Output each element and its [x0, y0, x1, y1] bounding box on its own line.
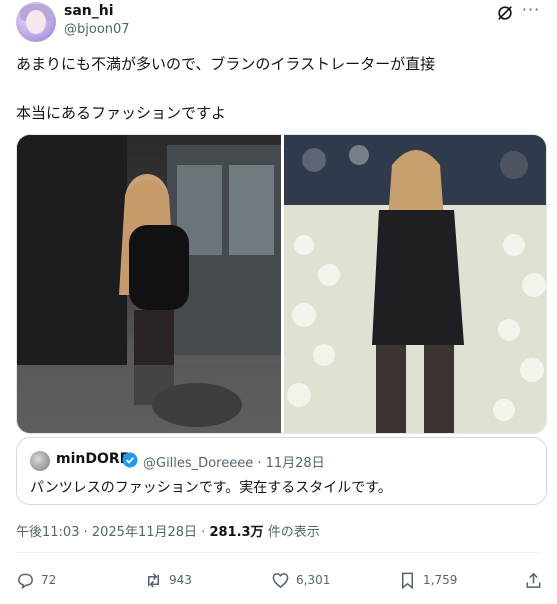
quoted-author-avatar [30, 451, 50, 471]
quoted-author-handle-date: @Gilles_Doreeee · 11月28日 [143, 456, 325, 471]
bookmark-count: 1,759 [423, 573, 458, 587]
reply-count: 72 [41, 573, 57, 587]
tweet-text-line2: 本当にあるファッションですよ [16, 104, 227, 122]
quoted-tweet-text: パンツレスのファッションです。実在するスタイルです。 [30, 480, 392, 496]
view-count-label: 件の表示 [263, 525, 320, 540]
author-handle[interactable]: @bjoon07 [64, 22, 130, 37]
action-bar: 72 943 6,301 1,759 [16, 566, 546, 594]
repost-icon [147, 572, 160, 588]
author-display-name[interactable]: san_hi [64, 3, 114, 19]
tweet-meta: 午後11:03 · 2025年11月28日 · 281.3万 件の表示 [16, 521, 320, 540]
street-style-photo[interactable] [17, 135, 281, 433]
like-count: 6,301 [296, 573, 331, 587]
bookmark-button[interactable]: 1,759 [398, 566, 457, 594]
reply-button[interactable]: 72 [16, 566, 56, 594]
repost-count: 943 [169, 573, 192, 587]
more-options-icon[interactable]: ··· [521, 2, 541, 22]
repost-button[interactable]: 943 [144, 566, 192, 594]
tweet-header: san_hi @bjoon07 ··· [16, 0, 541, 52]
bookmark-icon [401, 572, 414, 589]
heart-icon [272, 572, 289, 588]
quoted-tweet[interactable]: minDORE @Gilles_Doreeee · 11月28日 パンツレスのフ… [16, 437, 547, 505]
grok-icon[interactable] [496, 4, 514, 22]
reply-icon [18, 573, 33, 589]
tweet-media[interactable] [16, 134, 547, 434]
quoted-author-name: minDORE [56, 451, 130, 467]
like-button[interactable]: 6,301 [271, 566, 330, 594]
avatar-face [26, 10, 46, 34]
tweet-text-line1: あまりにも不満が多いので、ブランのイラストレーターが直接 [16, 55, 436, 73]
red-carpet-photo[interactable] [284, 135, 546, 433]
tweet-timestamp[interactable]: 午後11:03 · 2025年11月28日 · [16, 525, 209, 540]
view-count: 281.3万 [209, 525, 264, 540]
share-icon [526, 572, 541, 588]
divider [16, 552, 541, 553]
verified-badge-icon [122, 452, 138, 468]
share-button[interactable] [524, 566, 549, 594]
author-avatar[interactable] [16, 2, 56, 42]
